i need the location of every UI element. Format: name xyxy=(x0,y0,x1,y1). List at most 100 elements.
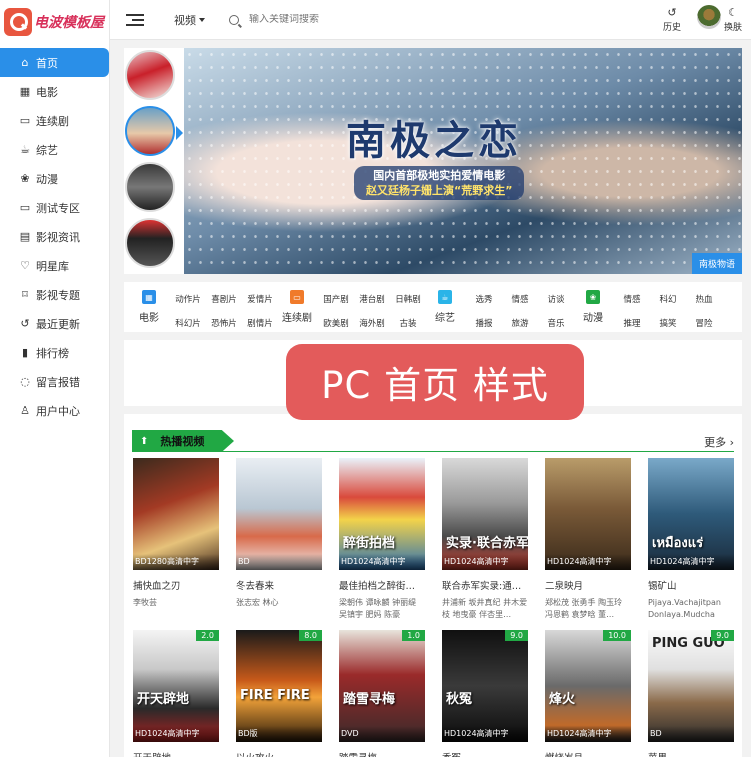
video-poster[interactable]: 秋冤 9.0 HD1024高清中字 xyxy=(442,630,528,742)
video-poster[interactable]: HD1024高清中字 xyxy=(545,458,631,570)
category-link[interactable]: 喜剧片 xyxy=(206,293,242,309)
category-link[interactable]: 访谈 xyxy=(538,293,574,309)
video-poster[interactable]: BD xyxy=(236,458,322,570)
video-card[interactable]: PING GUO9.0BD 苹果 xyxy=(648,630,734,757)
video-title[interactable]: 燃烧岁月 xyxy=(545,750,631,757)
video-card[interactable]: BD 冬去春来 张志宏 林心 xyxy=(236,458,322,621)
category-link[interactable]: 科幻 xyxy=(650,293,686,309)
more-link[interactable]: 更多 › xyxy=(704,434,734,450)
carousel-thumb-active[interactable] xyxy=(125,106,175,156)
category-link[interactable]: 情感 xyxy=(614,293,650,309)
category-link[interactable]: 国产剧 xyxy=(318,293,354,309)
sidebar-item-6[interactable]: ▤ 影视资讯 xyxy=(0,222,109,251)
category-link[interactable]: 科幻片 xyxy=(170,317,206,333)
video-poster[interactable]: 踏雪寻梅 1.0 DVD xyxy=(339,630,425,742)
category-link[interactable]: 情感 xyxy=(502,293,538,309)
category-link[interactable]: 欧美剧 xyxy=(318,317,354,333)
category-link[interactable]: 选秀 xyxy=(466,293,502,309)
menu-toggle-icon[interactable] xyxy=(126,11,144,29)
category-head[interactable]: ☕ 综艺 xyxy=(428,290,462,332)
category-link[interactable]: 冒险 xyxy=(686,317,722,333)
video-title[interactable]: 苹果 xyxy=(648,750,734,757)
sidebar-item-1[interactable]: ▦ 电影 xyxy=(0,77,109,106)
score-badge: 1.0 xyxy=(402,630,425,641)
sidebar-item-5[interactable]: ▭ 测试专区 xyxy=(0,193,109,222)
logo[interactable]: 电波模板屋 xyxy=(0,0,109,44)
video-title[interactable]: 开天辟地 xyxy=(133,750,219,757)
video-poster[interactable]: PING GUO 9.0 BD xyxy=(648,630,734,742)
video-title[interactable]: 联合赤军实录:通… xyxy=(442,578,528,592)
category-link[interactable]: 爱情片 xyxy=(242,293,278,309)
sidebar-item-3[interactable]: ☕ 综艺 xyxy=(0,135,109,164)
category-link[interactable]: 古装 xyxy=(390,317,426,333)
video-title[interactable]: 冬去春来 xyxy=(236,578,322,592)
video-title[interactable]: 踏雪寻梅 xyxy=(339,750,425,757)
carousel-thumb[interactable] xyxy=(125,162,175,212)
video-poster[interactable]: เหมืองแร่ HD1024高清中字 xyxy=(648,458,734,570)
video-title[interactable]: 香冤 xyxy=(442,750,528,757)
quality-label: HD1024高清中字 xyxy=(133,726,219,742)
sidebar-item-4[interactable]: ❀ 动漫 xyxy=(0,164,109,193)
sidebar-item-10[interactable]: ▮ 排行榜 xyxy=(0,338,109,367)
search-icon[interactable] xyxy=(229,14,239,25)
sidebar-item-label: 首页 xyxy=(36,56,58,70)
search-input[interactable] xyxy=(249,14,549,25)
hero-caption[interactable]: 南极物语 xyxy=(691,253,742,274)
category-link[interactable]: 剧情片 xyxy=(242,317,278,333)
category-name: 连续剧 xyxy=(282,313,312,324)
video-card[interactable]: FIRE FIRE 8.0 BD版以火攻火 xyxy=(236,630,322,757)
category-link[interactable]: 播报 xyxy=(466,317,502,333)
video-card[interactable]: 踏雪寻梅 1.0 DVD 踏雪寻梅 xyxy=(339,630,425,757)
sidebar-item-0[interactable]: ⌂ 首页 xyxy=(0,48,109,77)
category-link[interactable]: 热血 xyxy=(686,293,722,309)
video-title[interactable]: 二泉映月 xyxy=(545,578,631,592)
video-title[interactable]: 锡矿山 xyxy=(648,578,734,592)
video-title[interactable]: 捕快血之刃 xyxy=(133,578,219,592)
hero-slide[interactable]: 南极之恋 国内首部极地实拍爱情电影 赵又廷杨子姗上演“荒野求生” 南极物语 xyxy=(184,48,742,274)
video-poster[interactable]: 实录·联合赤军 HD1024高清中字 xyxy=(442,458,528,570)
video-card[interactable]: 实录·联合赤军 HD1024高清中字 联合赤军实录:通… 井浦新 坂井真纪 井木爱枝 … xyxy=(442,458,528,621)
video-poster[interactable]: BD1280高清中字 xyxy=(133,458,219,570)
chat-icon: ◌ xyxy=(20,375,30,388)
video-card[interactable]: เหมืองแร่ HD1024高清中字 锡矿山 Pijaya.Vachajitpan… xyxy=(648,458,734,621)
category-link[interactable]: 海外剧 xyxy=(354,317,390,333)
category-links: 动作片 喜剧片 爱情片科幻片 恐怖片 剧情片 xyxy=(170,293,278,332)
sidebar-item-9[interactable]: ↺ 最近更新 xyxy=(0,309,109,338)
video-card[interactable]: BD1280高清中字 捕快血之刃 李牧芸 xyxy=(133,458,219,621)
video-poster[interactable]: 醉街拍档 HD1024高清中字 xyxy=(339,458,425,570)
category-select[interactable]: 视频 xyxy=(174,12,205,28)
video-card[interactable]: HD1024高清中字 二泉映月 郑松茂 张勇手 陶玉玲 冯恩鹤 袁梦晗 董… xyxy=(545,458,631,621)
category-link[interactable]: 推理 xyxy=(614,317,650,333)
sidebar-item-2[interactable]: ▭ 连续剧 xyxy=(0,106,109,135)
category-head[interactable]: ❀ 动漫 xyxy=(576,290,610,332)
carousel-thumb[interactable] xyxy=(125,50,175,100)
category-head[interactable]: ▦ 电影 xyxy=(132,290,166,332)
user-avatar[interactable] xyxy=(697,5,721,29)
sidebar-item-7[interactable]: ♡ 明星库 xyxy=(0,251,109,280)
category-link[interactable]: 旅游 xyxy=(502,317,538,333)
category-link[interactable]: 音乐 xyxy=(538,317,574,333)
category-head[interactable]: ▭ 连续剧 xyxy=(280,290,314,332)
history-button[interactable]: ↺ 历史 xyxy=(663,6,681,33)
video-title[interactable]: 以火攻火 xyxy=(236,750,322,757)
hero-subtitle-line2: 赵又廷杨子姗上演“荒野求生” xyxy=(366,184,513,197)
sidebar-item-8[interactable]: ⌑ 影视专题 xyxy=(0,280,109,309)
sidebar-item-12[interactable]: ♙ 用户中心 xyxy=(0,396,109,425)
carousel-thumb[interactable] xyxy=(125,218,175,268)
category-link[interactable]: 恐怖片 xyxy=(206,317,242,333)
video-poster[interactable]: FIRE FIRE 8.0 BD版 xyxy=(236,630,322,742)
video-card[interactable]: 烽火 10.0 HD1024高清中字燃烧岁月 xyxy=(545,630,631,757)
video-card[interactable]: 醉街拍档 HD1024高清中字 最佳拍档之醉街… 梁朝伟 谭咏麟 钟丽缇 吴镇宇 肥妈… xyxy=(339,458,425,621)
category-link[interactable]: 日韩剧 xyxy=(390,293,426,309)
category-link[interactable]: 动作片 xyxy=(170,293,206,309)
category-link[interactable]: 搞笑 xyxy=(650,317,686,333)
video-poster[interactable]: 开天辟地 2.0 HD1024高清中字 xyxy=(133,630,219,742)
video-title[interactable]: 最佳拍档之醉街… xyxy=(339,578,425,592)
theme-button[interactable]: ☾ 换肤 xyxy=(724,6,742,33)
category-link[interactable]: 港台剧 xyxy=(354,293,390,309)
video-card[interactable]: 秋冤 9.0 HD1024高清中字香冤 xyxy=(442,630,528,757)
sidebar-item-label: 最近更新 xyxy=(36,317,80,331)
video-card[interactable]: 开天辟地2.0HD1024高清中字开天辟地 xyxy=(133,630,219,757)
sidebar-item-11[interactable]: ◌ 留言报错 xyxy=(0,367,109,396)
video-poster[interactable]: 烽火 10.0 HD1024高清中字 xyxy=(545,630,631,742)
